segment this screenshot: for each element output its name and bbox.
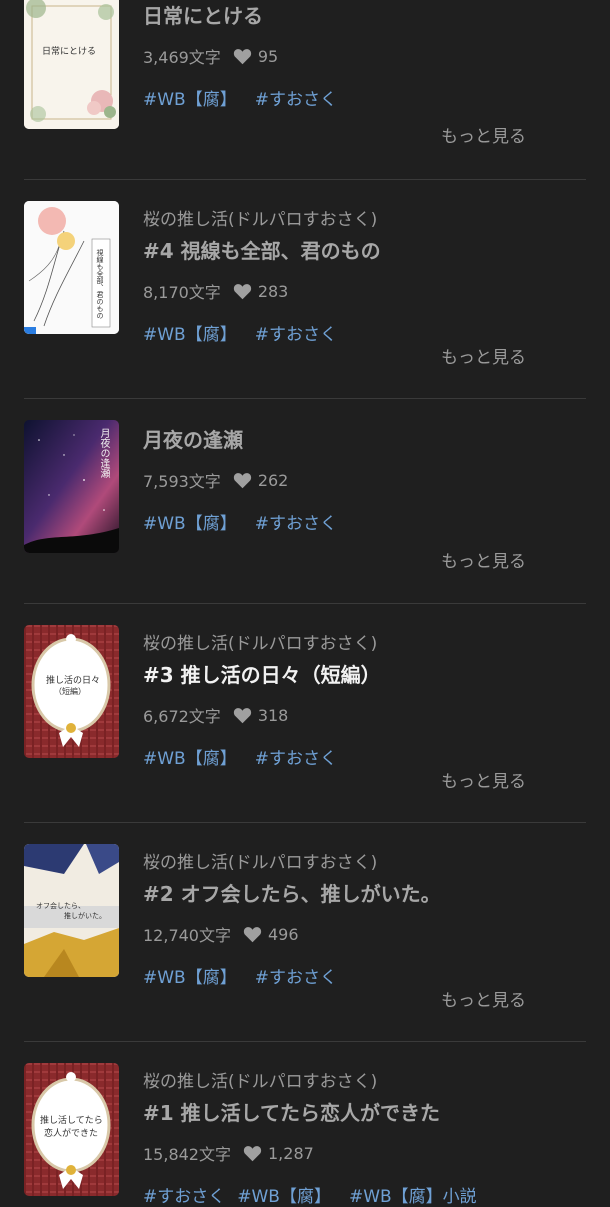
cover-subtitle: 推しがいた。 <box>64 912 106 920</box>
work-feed: 日常にとける 日常にとける 3,469文字 95 #WB【腐】 #すおさく もっ… <box>0 0 610 1207</box>
char-count: 8,170文字 <box>143 283 221 302</box>
work-stats: 7,593文字 262 <box>143 468 288 492</box>
work-title[interactable]: #3 推し活の日々（短編） <box>143 659 381 688</box>
like-count: 283 <box>257 281 289 301</box>
cover-image[interactable]: オフ会したら、 推しがいた。 <box>24 844 119 977</box>
work-title[interactable]: 月夜の逢瀬 <box>143 424 243 453</box>
cover-title: 推し活してたら <box>40 1116 103 1126</box>
work-item[interactable]: 視線も全部、君のもの 桜の推し活(ドルパロすおさく) #4 視線も全部、君のもの… <box>24 180 586 399</box>
series-name[interactable]: 桜の推し活(ドルパロすおさく) <box>143 1067 377 1092</box>
tag[interactable]: #すおさく <box>255 509 337 534</box>
cover-title: オフ会したら、 <box>36 902 85 910</box>
series-name[interactable]: 桜の推し活(ドルパロすおさく) <box>143 205 377 230</box>
see-more-button[interactable]: もっと見る <box>441 122 526 147</box>
tag[interactable]: #WB【腐】小説 <box>349 1182 477 1207</box>
see-more-button[interactable]: もっと見る <box>441 986 526 1011</box>
tag[interactable]: #WB【腐】 <box>143 320 237 345</box>
see-more-button[interactable]: もっと見る <box>441 343 526 368</box>
cover-title: 月夜の逢瀬 <box>98 428 109 478</box>
heart-icon <box>233 472 252 489</box>
like-count: 496 <box>268 924 299 944</box>
heart-icon <box>243 1145 262 1162</box>
tag-list: #すおさく #WB【腐】 #WB【腐】小説 <box>143 1182 495 1207</box>
cover-image[interactable]: 推し活の日々 （短編） <box>24 625 119 758</box>
work-stats: 8,170文字 283 <box>143 279 288 303</box>
work-item[interactable]: 日常にとける 日常にとける 3,469文字 95 #WB【腐】 #すおさく もっ… <box>24 0 586 180</box>
char-count: 6,672文字 <box>143 707 221 726</box>
work-stats: 12,740文字 496 <box>143 922 299 946</box>
tag[interactable]: #すおさく <box>143 1182 225 1207</box>
heart-icon <box>233 707 252 724</box>
work-title[interactable]: #4 視線も全部、君のもの <box>143 235 381 264</box>
see-more-button[interactable]: もっと見る <box>441 547 526 572</box>
tag-list: #WB【腐】 #すおさく <box>143 320 355 345</box>
tag-list: #WB【腐】 #すおさく <box>143 744 355 769</box>
tag[interactable]: #WB【腐】 <box>143 509 237 534</box>
cover-image[interactable]: 推し活してたら 恋人ができた <box>24 1063 119 1196</box>
cover-subtitle: 恋人ができた <box>44 1129 99 1139</box>
tag-list: #WB【腐】 #すおさく <box>143 963 355 988</box>
tag[interactable]: #WB【腐】 <box>237 1182 331 1207</box>
cover-image[interactable]: 視線も全部、君のもの <box>24 201 119 334</box>
cover-image[interactable]: 日常にとける <box>24 0 119 129</box>
work-item[interactable]: 推し活の日々 （短編） 桜の推し活(ドルパロすおさく) #3 推し活の日々（短編… <box>24 604 586 823</box>
like-count: 1,287 <box>268 1143 314 1163</box>
tag-list: #WB【腐】 #すおさく <box>143 509 355 534</box>
heart-icon <box>233 283 252 300</box>
cover-title: 日常にとける <box>42 47 97 57</box>
tag[interactable]: #すおさく <box>255 744 337 769</box>
like-count: 318 <box>257 705 289 725</box>
work-title[interactable]: #2 オフ会したら、推しがいた。 <box>143 878 441 907</box>
tag[interactable]: #WB【腐】 <box>143 963 237 988</box>
tag[interactable]: #すおさく <box>255 85 337 110</box>
work-stats: 15,842文字 1,287 <box>143 1141 314 1165</box>
char-count: 7,593文字 <box>143 472 221 491</box>
series-name[interactable]: 桜の推し活(ドルパロすおさく) <box>143 629 377 654</box>
tag[interactable]: #WB【腐】 <box>143 85 237 110</box>
work-stats: 6,672文字 318 <box>143 703 288 727</box>
heart-icon <box>233 48 252 65</box>
cover-subtitle: （短編） <box>54 687 86 696</box>
series-name[interactable]: 桜の推し活(ドルパロすおさく) <box>143 848 377 873</box>
tag[interactable]: #すおさく <box>255 963 337 988</box>
cover-title: 視線も全部、君のもの <box>96 249 104 319</box>
cover-title: 推し活の日々 <box>46 676 101 686</box>
like-count: 262 <box>257 470 289 490</box>
work-title[interactable]: #1 推し活してたら恋人ができた <box>143 1097 440 1126</box>
tag[interactable]: #すおさく <box>255 320 337 345</box>
char-count: 3,469文字 <box>143 48 221 67</box>
cover-image[interactable]: 月夜の逢瀬 <box>24 420 119 553</box>
work-item[interactable]: 推し活してたら 恋人ができた 桜の推し活(ドルパロすおさく) #1 推し活してた… <box>24 1042 586 1207</box>
tag[interactable]: #WB【腐】 <box>143 744 237 769</box>
work-stats: 3,469文字 95 <box>143 44 278 68</box>
tag-list: #WB【腐】 #すおさく <box>143 85 355 110</box>
heart-icon <box>243 926 262 943</box>
work-title[interactable]: 日常にとける <box>143 0 263 29</box>
work-item[interactable]: オフ会したら、 推しがいた。 桜の推し活(ドルパロすおさく) #2 オフ会したら… <box>24 823 586 1042</box>
see-more-button[interactable]: もっと見る <box>441 767 526 792</box>
char-count: 15,842文字 <box>143 1145 231 1164</box>
like-count: 95 <box>257 46 279 66</box>
work-item[interactable]: 月夜の逢瀬 月夜の逢瀬 7,593文字 262 #WB【腐】 #すおさく もっと… <box>24 399 586 604</box>
char-count: 12,740文字 <box>143 926 231 945</box>
